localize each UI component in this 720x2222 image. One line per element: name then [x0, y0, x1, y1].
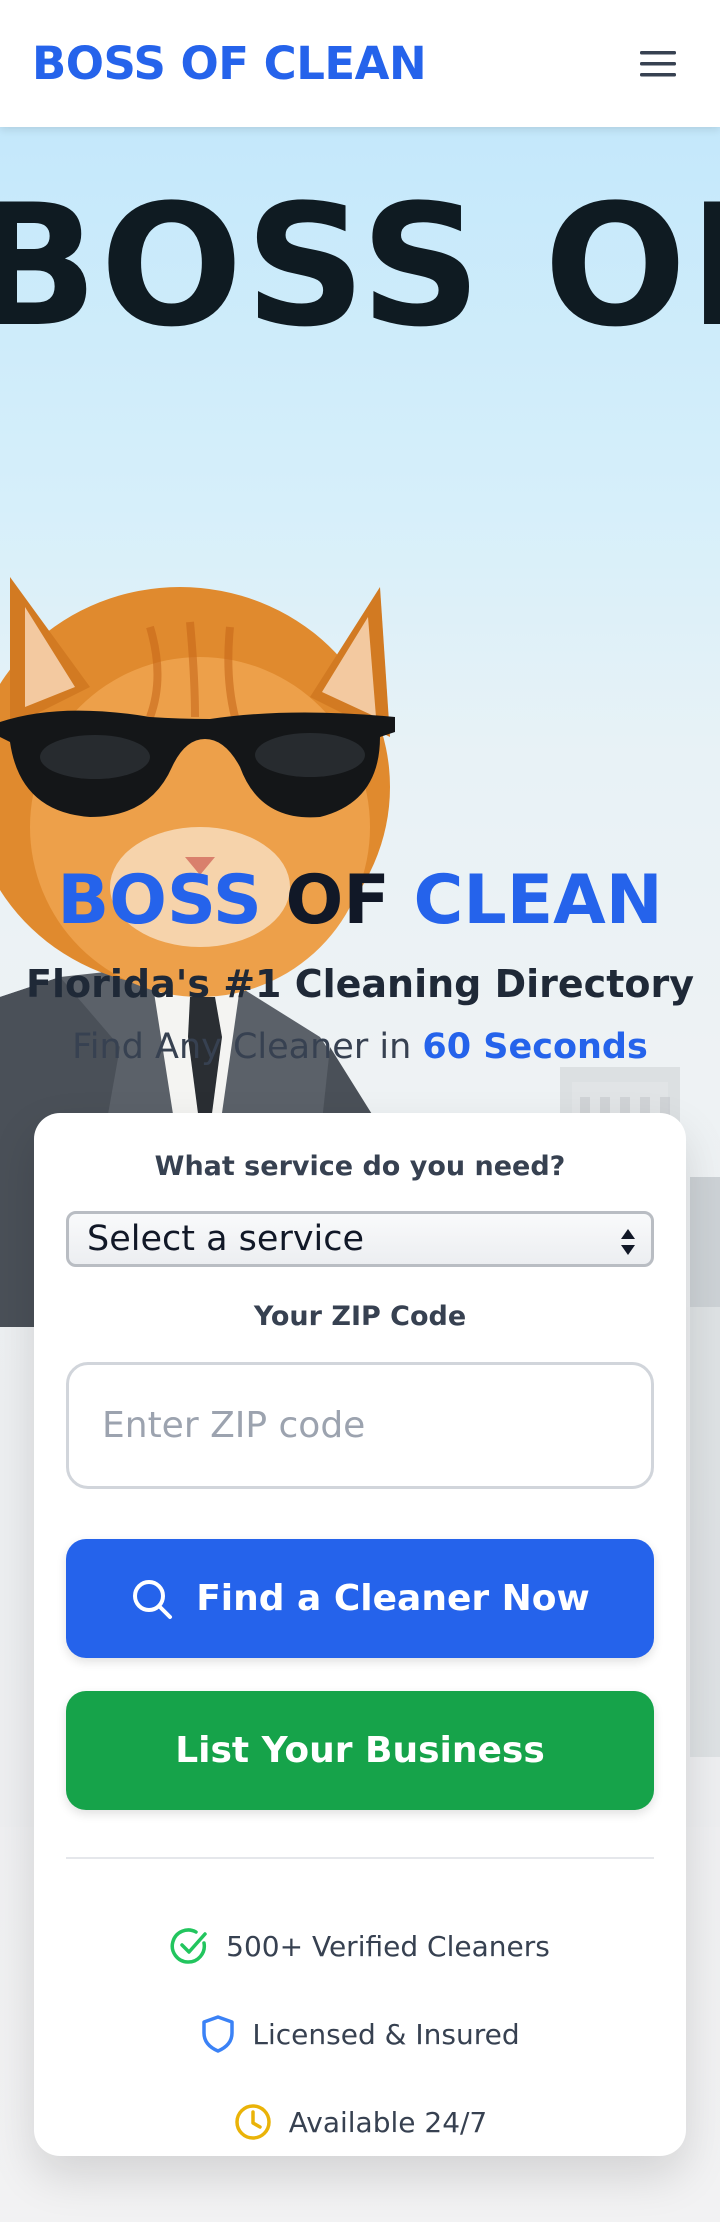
find-cleaner-button[interactable]: Find a Cleaner Now — [66, 1539, 654, 1658]
service-select-value: Select a service — [87, 1219, 365, 1259]
select-arrows-icon — [621, 1229, 635, 1255]
hero-subtitle: Florida's #1 Cleaning Directory — [26, 962, 694, 1006]
menu-button[interactable] — [628, 34, 688, 94]
tagline-highlight: 60 Seconds — [422, 1027, 648, 1067]
zip-label: Your ZIP Code — [253, 1301, 467, 1332]
search-icon — [130, 1577, 174, 1621]
hamburger-menu-icon — [640, 50, 676, 76]
find-cleaner-label: Find a Cleaner Now — [196, 1578, 590, 1619]
search-card: What service do you need? Select a servi… — [34, 1113, 686, 2156]
hero-title-of: OF — [261, 861, 414, 940]
service-select[interactable]: Select a service — [66, 1211, 654, 1267]
feature-licensed-text: Licensed & Insured — [252, 2017, 520, 2051]
feature-verified-text: 500+ Verified Cleaners — [226, 1929, 550, 1963]
zip-input[interactable] — [66, 1362, 654, 1489]
feature-licensed: Licensed & Insured — [34, 2014, 686, 2054]
site-header: BOSS OF CLEAN — [0, 0, 720, 127]
clock-icon — [233, 2102, 273, 2142]
hero-tagline: Find Any Cleaner in 60 Seconds — [0, 1027, 720, 1067]
hero-marquee-text: BOSS OF CLEAN — [0, 168, 720, 364]
hero-title-boss: BOSS — [57, 861, 262, 940]
hero-title: BOSS OF CLEAN — [0, 867, 720, 935]
service-label: What service do you need? — [154, 1151, 566, 1182]
feature-available-text: Available 24/7 — [288, 2105, 488, 2139]
hero-title-clean: CLEAN — [413, 861, 663, 940]
shield-icon — [200, 2014, 236, 2054]
feature-verified: 500+ Verified Cleaners — [34, 1926, 686, 1966]
card-divider — [66, 1857, 654, 1859]
list-business-button[interactable]: List Your Business — [66, 1691, 654, 1810]
brand-logo[interactable]: BOSS OF CLEAN — [32, 37, 427, 90]
list-business-label: List Your Business — [175, 1730, 545, 1771]
tagline-prefix: Find Any Cleaner in — [72, 1027, 423, 1067]
check-circle-icon — [170, 1926, 210, 1966]
feature-available: Available 24/7 — [34, 2102, 686, 2142]
